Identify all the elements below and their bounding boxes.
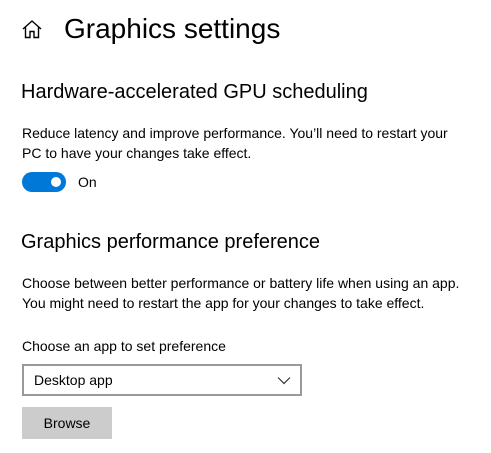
browse-button[interactable]: Browse — [22, 407, 112, 439]
toggle-state-label: On — [78, 174, 97, 190]
gpu-scheduling-description-line: PC to have your changes take effect. — [22, 144, 252, 161]
performance-preference-description-line: Choose between better performance or bat… — [22, 275, 460, 291]
gpu-scheduling-description: Reduce latency and improve performance. … — [22, 124, 482, 163]
gpu-scheduling-heading: Hardware-accelerated GPU scheduling — [21, 81, 368, 103]
gpu-scheduling-toggle[interactable] — [22, 172, 66, 192]
page-title: Graphics settings — [64, 13, 281, 44]
toggle-knob — [51, 177, 61, 187]
app-type-selected-value: Desktop app — [34, 372, 113, 388]
gpu-scheduling-description-line: Reduce latency and improve performance. … — [22, 125, 448, 141]
performance-preference-description-line: You might need to restart the app for yo… — [22, 294, 425, 311]
performance-preference-heading: Graphics performance preference — [21, 231, 321, 253]
app-picker-label: Choose an app to set preference — [22, 338, 226, 354]
graphics-settings-page: Graphics settings Hardware-accelerated G… — [0, 0, 491, 453]
chevron-down-icon — [277, 374, 291, 386]
home-icon[interactable] — [21, 18, 43, 40]
performance-preference-description: Choose between better performance or bat… — [22, 274, 482, 313]
app-type-dropdown[interactable]: Desktop app — [22, 364, 302, 396]
